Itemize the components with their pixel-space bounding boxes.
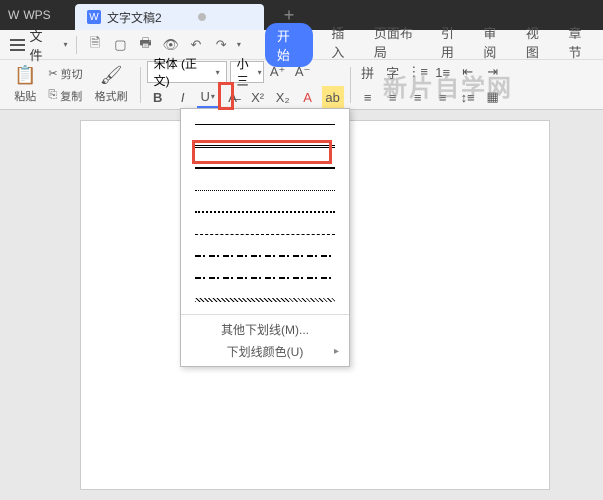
tab-indicator-icon xyxy=(198,13,206,21)
underline-dashed[interactable] xyxy=(181,223,349,245)
paste-label: 粘贴 xyxy=(14,88,36,104)
indent-right-icon[interactable]: ⇥ xyxy=(482,61,504,83)
cut-icon: ✂ xyxy=(48,67,57,80)
underline-dashdot[interactable] xyxy=(181,245,349,267)
shading-icon[interactable]: ▦ xyxy=(482,86,504,108)
superscript-button[interactable]: X² xyxy=(247,86,269,108)
copy-button[interactable]: ⎘复制 xyxy=(44,86,86,106)
line-spacing-icon[interactable]: ↕≡ xyxy=(457,86,479,108)
file-menu[interactable]: 文件 xyxy=(29,26,54,64)
chevron-down-icon: ▾ xyxy=(216,68,220,77)
underline-dotted-thick[interactable] xyxy=(181,201,349,223)
highlight-button[interactable]: ab xyxy=(322,86,344,108)
undo-icon[interactable]: ↶ xyxy=(185,34,206,56)
cut-button[interactable]: ✂剪切 xyxy=(44,64,86,84)
font-size-select[interactable]: 小三▾ xyxy=(230,61,264,83)
new-icon[interactable]: ▢ xyxy=(110,34,131,56)
numbering-icon[interactable]: 1≡ xyxy=(432,61,454,83)
tab-chapter[interactable]: 章节 xyxy=(568,23,593,67)
redo-icon[interactable]: ↷ xyxy=(211,34,232,56)
align-center-icon[interactable]: ≡ xyxy=(382,86,404,108)
more-underlines-item[interactable]: 其他下划线(M)... xyxy=(181,318,349,340)
bold-button[interactable]: B xyxy=(147,86,169,108)
underline-dotted[interactable] xyxy=(181,179,349,201)
paste-button[interactable]: 📋 粘贴 xyxy=(8,63,42,106)
italic-button[interactable]: I xyxy=(172,86,194,108)
align-justify-icon[interactable]: ≡ xyxy=(432,86,454,108)
underline-single[interactable] xyxy=(181,113,349,135)
save-icon[interactable]: 🗎 xyxy=(85,34,106,56)
font-color-button[interactable]: A xyxy=(297,86,319,108)
underline-button[interactable]: U▾ xyxy=(197,86,219,108)
wps-logo-icon: W xyxy=(8,8,19,22)
separator xyxy=(350,67,351,103)
tab-insert[interactable]: 插入 xyxy=(331,23,356,67)
copy-icon: ⎘ xyxy=(48,89,57,102)
indent-left-icon[interactable]: ⇤ xyxy=(457,61,479,83)
doc-tab-label: 文字文稿2 xyxy=(107,9,162,26)
align-left-icon[interactable]: ≡ xyxy=(357,86,379,108)
tab-layout[interactable]: 页面布局 xyxy=(374,23,423,67)
tab-review[interactable]: 审阅 xyxy=(483,23,508,67)
increase-font-icon[interactable]: A⁺ xyxy=(267,61,289,83)
qat-more-icon[interactable]: ▾ xyxy=(237,40,241,49)
preview-icon[interactable]: 👁 xyxy=(160,34,181,56)
format-painter-label: 格式刷 xyxy=(95,88,128,104)
decrease-font-icon[interactable]: A⁻ xyxy=(292,61,314,83)
ribbon-tabs: 开始 插入 页面布局 引用 审阅 视图 章节 xyxy=(265,23,593,67)
chevron-down-icon[interactable]: ▾ xyxy=(64,40,68,49)
app-name: WPS xyxy=(23,8,50,22)
underline-wave[interactable] xyxy=(181,289,349,311)
phonetic-icon[interactable]: 拼 xyxy=(357,61,379,83)
font-name-select[interactable]: 宋体 (正文)▾ xyxy=(147,61,227,83)
align-right-icon[interactable]: ≡ xyxy=(407,86,429,108)
paste-icon: 📋 xyxy=(14,65,36,86)
separator xyxy=(76,36,77,54)
chevron-down-icon: ▾ xyxy=(258,68,262,77)
format-painter-icon: 🖌 xyxy=(100,65,123,86)
chevron-right-icon: ▸ xyxy=(334,346,339,357)
doc-icon: W xyxy=(87,10,101,24)
char-border-icon[interactable]: 字 xyxy=(382,61,404,83)
annotation-highlight xyxy=(192,140,332,164)
tab-references[interactable]: 引用 xyxy=(441,23,466,67)
bullets-icon[interactable]: ⋮≡ xyxy=(407,61,429,83)
menu-bar: 文件 ▾ 🗎 ▢ 🖶 👁 ↶ ↷ ▾ 开始 插入 页面布局 引用 审阅 视图 章… xyxy=(0,30,603,60)
separator xyxy=(140,67,141,103)
annotation-highlight xyxy=(218,82,234,110)
tab-start[interactable]: 开始 xyxy=(265,23,314,67)
document-tab[interactable]: W 文字文稿2 xyxy=(75,4,264,30)
underline-dashdotdot[interactable] xyxy=(181,267,349,289)
underline-color-item[interactable]: 下划线颜色(U)▸ xyxy=(181,340,349,362)
tab-view[interactable]: 视图 xyxy=(526,23,551,67)
format-painter-button[interactable]: 🖌 格式刷 xyxy=(89,63,134,106)
print-icon[interactable]: 🖶 xyxy=(135,34,156,56)
divider xyxy=(181,314,349,315)
hamburger-icon[interactable] xyxy=(10,39,25,51)
ribbon-toolbar: 📋 粘贴 ✂剪切 ⎘复制 🖌 格式刷 宋体 (正文)▾ 小三▾ A⁺ A⁻ B … xyxy=(0,60,603,110)
subscript-button[interactable]: X₂ xyxy=(272,86,294,108)
chevron-down-icon: ▾ xyxy=(211,92,215,101)
